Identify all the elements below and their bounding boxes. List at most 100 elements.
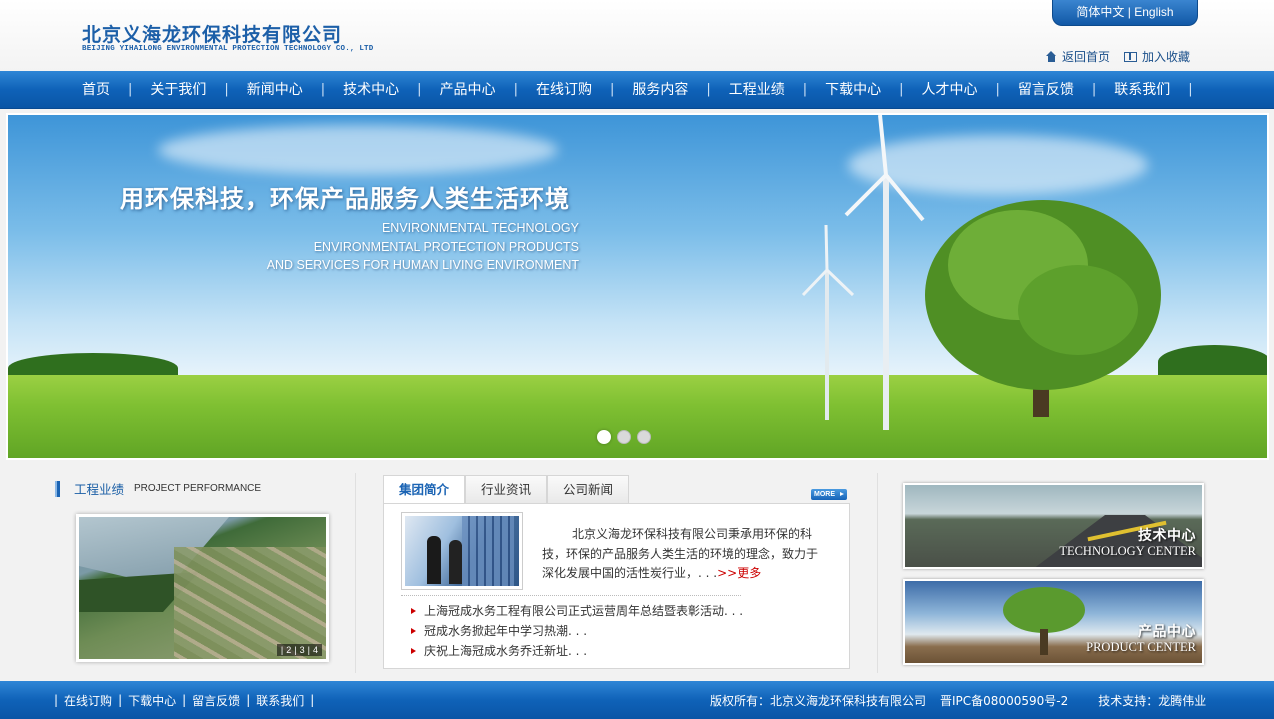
project-photo[interactable]: | 2 | 3 | 4 bbox=[76, 514, 329, 662]
favorite-link-label: 加入收藏 bbox=[1142, 50, 1191, 64]
favorite-link[interactable]: 加入收藏 bbox=[1124, 48, 1190, 65]
news-list: 上海冠成水务工程有限公司正式运营周年总结暨表彰活动. . . 冠成水务掀起年中学… bbox=[411, 601, 743, 661]
lang-separator: | bbox=[1127, 5, 1131, 19]
footer-separator: | bbox=[182, 693, 187, 707]
header: 北京义海龙环保科技有限公司 BEIJING YIHAILONG ENVIRONM… bbox=[0, 0, 1274, 71]
divider bbox=[355, 473, 356, 673]
intro-text: 北京义海龙环保科技有限公司秉承用环保的科技，环保的产品服务人类生活的环境的理念，… bbox=[542, 525, 822, 584]
hero-banner[interactable]: 用环保科技，环保产品服务人类生活环境 ENVIRONMENTAL TECHNOL… bbox=[6, 113, 1269, 460]
info-tabs: 集团简介 行业资讯 公司新闻 bbox=[383, 475, 630, 503]
banner-pagination bbox=[597, 430, 651, 444]
footer-link-contact[interactable]: 联系我们 bbox=[256, 692, 304, 709]
main-nav: 首页 | 关于我们 | 新闻中心 | 技术中心 | 产品中心 | 在线订购 | 服务内容 | … bbox=[0, 71, 1274, 109]
banner-dot-3[interactable] bbox=[637, 430, 651, 444]
prod-promo-title-en: PRODUCT CENTER bbox=[1086, 640, 1196, 654]
home-link[interactable]: 返回首页 bbox=[1046, 48, 1110, 65]
footer-link-feedback[interactable]: 留言反馈 bbox=[192, 692, 240, 709]
footer-info: 版权所有：北京义海龙环保科技有限公司 晋IPC备08000590号-2 技术支持… bbox=[710, 681, 1206, 719]
wind-turbine-icon bbox=[844, 115, 925, 430]
tree-icon bbox=[1003, 587, 1085, 633]
footer-links: | 在线订购 | 下载中心 | 留言反馈 | 联系我们 | bbox=[48, 681, 320, 719]
home-link-label: 返回首页 bbox=[1062, 50, 1111, 64]
nav-item-technology[interactable]: 技术中心 bbox=[327, 71, 415, 109]
pager-separator: | bbox=[294, 645, 297, 655]
footer-separator: | bbox=[246, 693, 251, 707]
banner-slogan-cn: 用环保科技，环保产品服务人类生活环境 bbox=[120, 185, 570, 213]
nav-item-news[interactable]: 新闻中心 bbox=[231, 71, 319, 109]
tab-panel: 北京义海龙环保科技有限公司秉承用环保的科技，环保的产品服务人类生活的环境的理念，… bbox=[383, 503, 850, 669]
dotted-divider bbox=[401, 595, 741, 596]
pager-item-2[interactable]: 2 bbox=[286, 645, 291, 655]
prod-promo-title-cn: 产品中心 bbox=[1138, 624, 1196, 640]
footer-copyright: 版权所有：北京义海龙环保科技有限公司 bbox=[710, 693, 927, 708]
nav-item-products[interactable]: 产品中心 bbox=[424, 71, 512, 109]
intro-more-link[interactable]: >>更多 bbox=[717, 566, 761, 580]
nav-item-order[interactable]: 在线订购 bbox=[520, 71, 608, 109]
nav-item-feedback[interactable]: 留言反馈 bbox=[1002, 71, 1090, 109]
nav-separator: | bbox=[706, 82, 711, 97]
nav-item-careers[interactable]: 人才中心 bbox=[906, 71, 994, 109]
nav-separator: | bbox=[513, 82, 518, 97]
pager-item-4[interactable]: 4 bbox=[313, 645, 318, 655]
banner-dot-1[interactable] bbox=[597, 430, 611, 444]
home-icon bbox=[1046, 51, 1057, 62]
pager-item-3[interactable]: 3 bbox=[300, 645, 305, 655]
footer-separator: | bbox=[54, 693, 59, 707]
banner-slogan-en-line: AND SERVICES FOR HUMAN LIVING ENVIRONMEN… bbox=[266, 258, 579, 272]
pager-separator: | bbox=[307, 645, 310, 655]
technology-center-promo[interactable]: 技术中心 TECHNOLOGY CENTER bbox=[903, 483, 1204, 569]
nav-separator: | bbox=[1188, 82, 1193, 97]
product-center-promo[interactable]: 产品中心 PRODUCT CENTER bbox=[903, 579, 1204, 665]
project-pager: | 2 | 3 | 4 bbox=[276, 644, 322, 656]
banner-slogan-en-line: ENVIRONMENTAL TECHNOLOGY bbox=[381, 221, 579, 235]
nav-item-projects[interactable]: 工程业绩 bbox=[713, 71, 801, 109]
banner-slogan-en: ENVIRONMENTAL TECHNOLOGY ENVIRONMENTAL P… bbox=[267, 219, 579, 275]
pager-separator: | bbox=[280, 645, 284, 655]
news-item[interactable]: 上海冠成水务工程有限公司正式运营周年总结暨表彰活动. . . bbox=[411, 601, 743, 621]
lang-chinese-link[interactable]: 简体中文 bbox=[1076, 5, 1124, 19]
wind-turbine-icon bbox=[801, 224, 855, 420]
project-title-cn[interactable]: 工程业绩 bbox=[74, 479, 124, 498]
photo-building bbox=[462, 516, 514, 586]
nav-item-services[interactable]: 服务内容 bbox=[616, 71, 704, 109]
photo-person bbox=[427, 536, 441, 584]
nav-item-about[interactable]: 关于我们 bbox=[134, 71, 222, 109]
nav-separator: | bbox=[995, 82, 1000, 97]
nav-item-contact[interactable]: 联系我们 bbox=[1098, 71, 1186, 109]
tree-icon bbox=[925, 200, 1161, 417]
footer-support: 技术支持：龙腾伟业 bbox=[1098, 693, 1207, 708]
banner-illustration bbox=[801, 115, 1161, 430]
language-switcher: 简体中文 | English bbox=[1052, 0, 1198, 26]
intro-body: 北京义海龙环保科技有限公司秉承用环保的科技，环保的产品服务人类生活的环境的理念，… bbox=[542, 527, 819, 580]
nav-separator: | bbox=[802, 82, 808, 97]
footer-link-order[interactable]: 在线订购 bbox=[64, 692, 112, 709]
intro-photo[interactable] bbox=[401, 512, 523, 590]
nav-separator: | bbox=[417, 82, 422, 97]
footer-icp[interactable]: 晋IPC备08000590号-2 bbox=[940, 692, 1068, 709]
banner-dot-2[interactable] bbox=[617, 430, 631, 444]
lang-english-link[interactable]: English bbox=[1134, 5, 1173, 19]
nav-item-home[interactable]: 首页 bbox=[66, 71, 126, 109]
tab-industry-news[interactable]: 行业资讯 bbox=[465, 475, 548, 503]
nav-separator: | bbox=[899, 82, 904, 97]
nav-separator: | bbox=[609, 82, 615, 97]
footer-link-downloads[interactable]: 下载中心 bbox=[128, 692, 176, 709]
content-area: 工程业绩 PROJECT PERFORMANCE | 2 | 3 | 4 集团简… bbox=[0, 463, 1274, 681]
logo-title[interactable]: 北京义海龙环保科技有限公司 bbox=[82, 20, 342, 47]
photo-person bbox=[449, 540, 462, 584]
tech-promo-title-cn: 技术中心 bbox=[1138, 528, 1196, 544]
tab-company-news[interactable]: 公司新闻 bbox=[547, 475, 630, 503]
top-links: 返回首页 加入收藏 bbox=[1046, 48, 1190, 65]
project-section-title: 工程业绩 PROJECT PERFORMANCE bbox=[55, 479, 261, 498]
news-item[interactable]: 冠成水务掀起年中学习热潮. . . bbox=[411, 621, 743, 641]
news-item[interactable]: 庆祝上海冠成水务乔迁新址. . . bbox=[411, 641, 743, 661]
nav-item-downloads[interactable]: 下载中心 bbox=[809, 71, 897, 109]
more-button[interactable]: MORE bbox=[811, 489, 847, 500]
tab-group-intro[interactable]: 集团简介 bbox=[383, 475, 466, 503]
tree-trunk bbox=[1040, 629, 1048, 655]
nav-separator: | bbox=[320, 82, 326, 97]
divider bbox=[877, 473, 878, 673]
banner-slogan-en-line: ENVIRONMENTAL PROTECTION PRODUCTS bbox=[313, 239, 579, 254]
logo-subtitle: BEIJING YIHAILONG ENVIRONMENTAL PROTECTI… bbox=[82, 45, 374, 53]
footer: | 在线订购 | 下载中心 | 留言反馈 | 联系我们 | 版权所有：北京义海龙… bbox=[0, 681, 1274, 719]
